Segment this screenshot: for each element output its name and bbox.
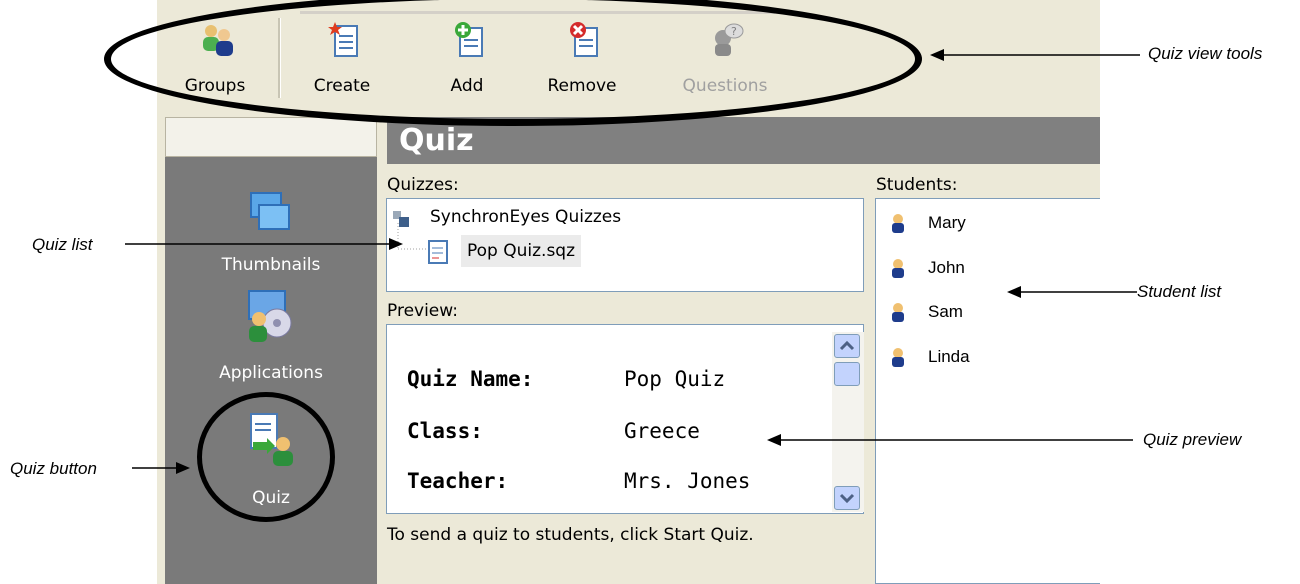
callout-student-list: Student list	[1137, 282, 1222, 301]
scroll-thumb[interactable]	[834, 362, 860, 386]
quiz-preview: Quiz Name: Pop Quiz Class: Greece Teache…	[386, 324, 864, 514]
sidebar-item-applications[interactable]: Applications	[165, 289, 377, 389]
callout-arrow	[1007, 286, 1137, 298]
callout-quiz-preview: Quiz preview	[1143, 430, 1242, 449]
student-icon	[892, 214, 904, 233]
callout-arrow	[930, 49, 1140, 61]
preview-value: Mrs. Jones	[624, 469, 751, 493]
preview-key: Quiz Name:	[407, 367, 534, 391]
preview-value: Greece	[624, 419, 700, 443]
quiz-button-highlight-circle	[197, 392, 335, 522]
student-icon	[892, 303, 904, 322]
student-icon	[892, 348, 904, 367]
chevron-up-icon	[839, 340, 855, 351]
quiz-list: SynchronEyes Quizzes Pop Quiz.sqz	[386, 198, 864, 292]
student-name: Linda	[928, 347, 970, 366]
callout-arrow	[132, 462, 190, 474]
hint-text: To send a quiz to students, click Start …	[387, 525, 754, 545]
student-name: Mary	[928, 213, 966, 232]
quiz-file-icon	[428, 240, 448, 264]
student-name: Sam	[928, 302, 963, 321]
tree-item-label: Pop Quiz.sqz	[461, 235, 582, 267]
sidebar-item-label: Thumbnails	[221, 255, 321, 275]
preview-value: Pop Quiz	[624, 367, 726, 391]
scroll-up-button[interactable]	[834, 334, 860, 358]
sidebar-item-label: Applications	[219, 363, 323, 383]
preview-key: Class:	[407, 419, 483, 443]
sidebar-tab[interactable]	[165, 117, 377, 157]
callout-quiz-button: Quiz button	[10, 459, 97, 478]
tree-root-label: SynchronEyes Quizzes	[430, 207, 622, 227]
chevron-down-icon	[839, 493, 855, 504]
applications-icon	[248, 290, 292, 342]
students-label: Students:	[876, 175, 958, 195]
quizzes-label: Quizzes:	[387, 175, 459, 195]
preview-scrollbar[interactable]	[832, 332, 864, 512]
callout-quiz-list: Quiz list	[32, 235, 93, 254]
tree-item-pop-quiz[interactable]: Pop Quiz.sqz	[427, 235, 597, 269]
callout-arrow	[125, 238, 403, 250]
student-list: Mary John Sam Linda	[875, 198, 1100, 584]
callout-arrow	[767, 434, 1133, 446]
scroll-down-button[interactable]	[834, 486, 860, 510]
preview-key: Teacher:	[407, 469, 509, 493]
callout-quiz-view-tools: Quiz view tools	[1148, 44, 1263, 63]
preview-label: Preview:	[387, 301, 458, 321]
student-icon	[892, 259, 904, 278]
student-name: John	[928, 258, 965, 277]
